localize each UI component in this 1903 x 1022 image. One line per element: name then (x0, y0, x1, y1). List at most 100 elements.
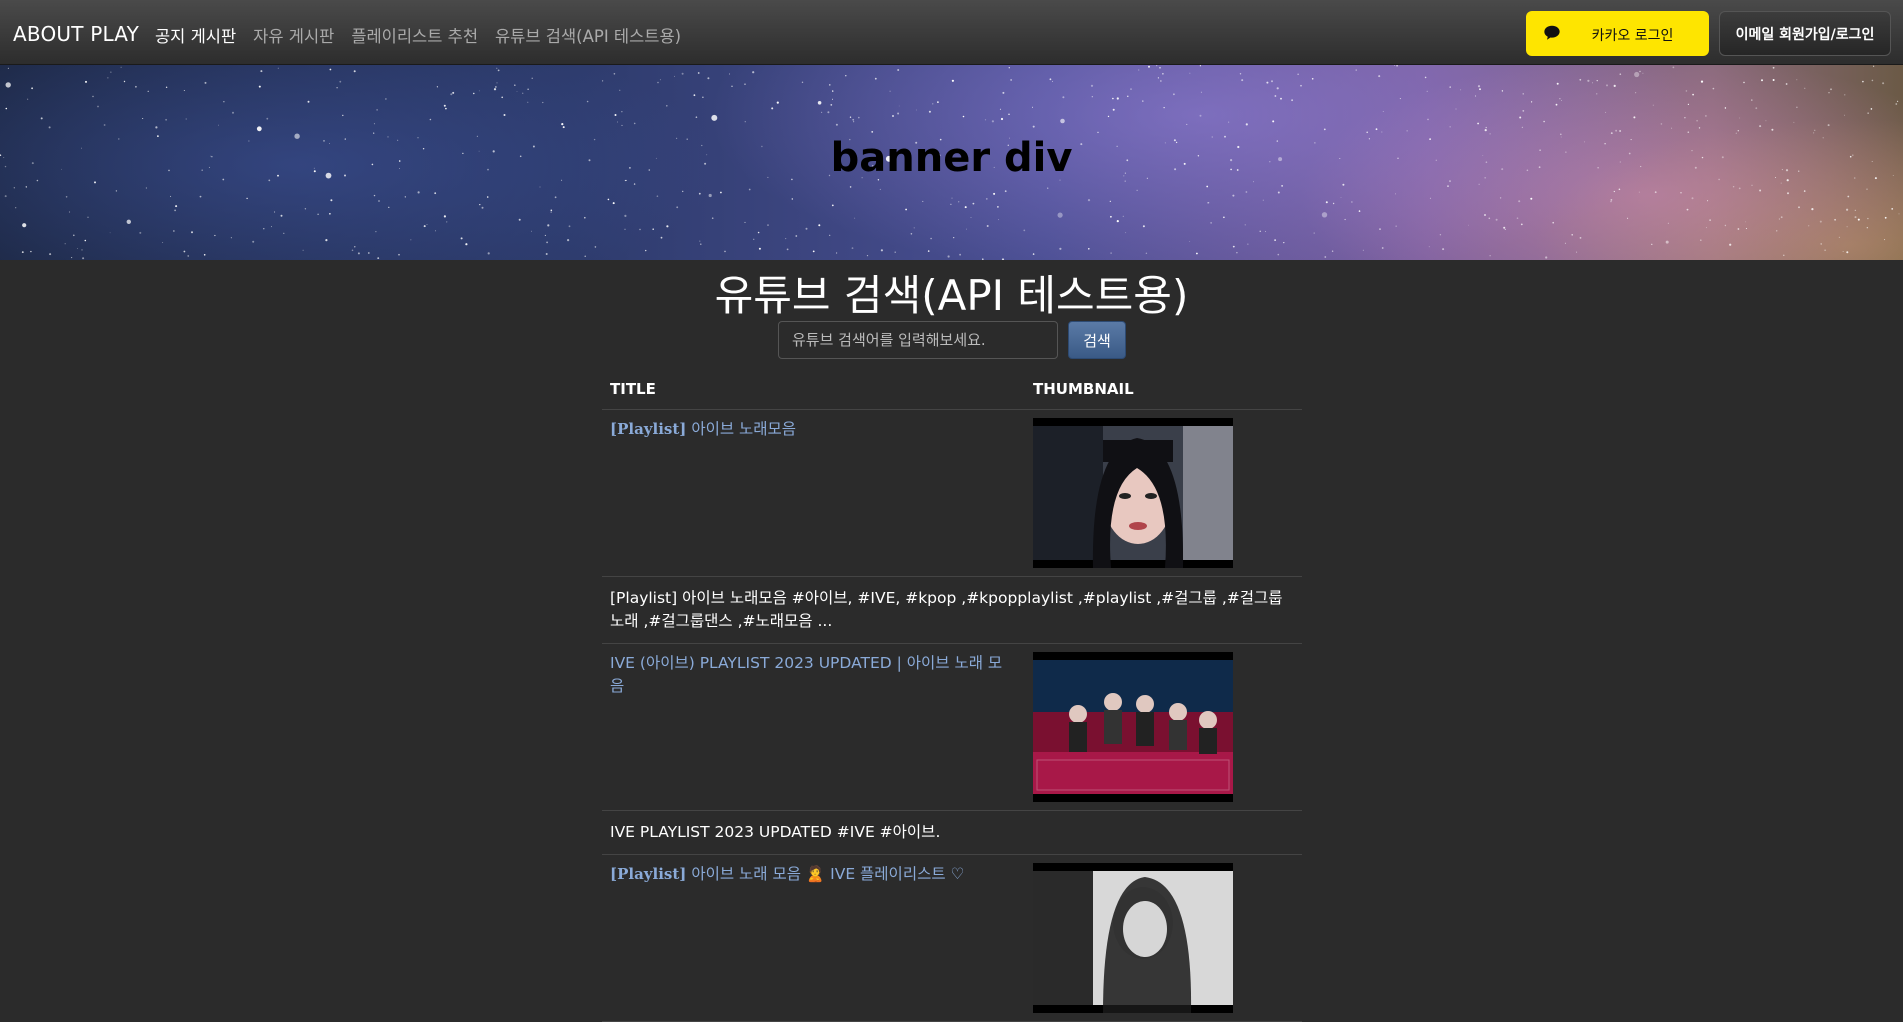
star (445, 107, 447, 110)
nav-link-notice-board[interactable]: 공지 게시판 (155, 23, 236, 47)
star (831, 204, 834, 207)
star (1378, 75, 1381, 78)
video-thumbnail[interactable] (1033, 652, 1233, 802)
star (1652, 104, 1654, 106)
star (1686, 208, 1689, 211)
group-thumbnail-icon (1033, 660, 1233, 794)
star (1475, 95, 1477, 97)
kakao-login-button[interactable]: 카카오 로그인 (1526, 11, 1709, 56)
search-input[interactable] (778, 321, 1058, 359)
star (531, 77, 533, 79)
star (959, 253, 961, 256)
star (246, 197, 248, 200)
email-login-button[interactable]: 이메일 회원가입/로그인 (1719, 11, 1891, 56)
star (1772, 66, 1775, 69)
star (1207, 202, 1209, 204)
star (1428, 246, 1430, 248)
star (894, 251, 896, 253)
star (624, 214, 627, 217)
star (1654, 191, 1657, 194)
star (1358, 210, 1361, 212)
star (174, 209, 177, 212)
star (486, 196, 489, 198)
star (1477, 85, 1481, 88)
star (1109, 200, 1111, 202)
star (932, 103, 934, 105)
star (1579, 237, 1582, 239)
star (139, 231, 142, 234)
search-button[interactable]: 검색 (1068, 321, 1126, 359)
star (460, 237, 463, 240)
star (1280, 97, 1282, 100)
star (729, 73, 730, 75)
star (1724, 107, 1727, 109)
nav-link-youtube-search[interactable]: 유튜브 검색(API 테스트용) (495, 23, 681, 47)
video-thumbnail[interactable] (1033, 418, 1233, 568)
table-row: IVE PLAYLIST 2023 UPDATED #IVE #아이브. (602, 811, 1302, 855)
star (1737, 228, 1740, 230)
star (1844, 94, 1846, 96)
star (1382, 111, 1384, 112)
star (1866, 188, 1868, 190)
star (199, 195, 202, 198)
star (621, 124, 623, 126)
star (984, 119, 987, 121)
star (1239, 73, 1242, 75)
table-row: IVE (아이브) PLAYLIST 2023 UPDATED | 아이브 노래… (602, 644, 1302, 811)
star (426, 224, 428, 225)
brand-logo[interactable]: ABOUT PLAY (13, 22, 139, 46)
star (1091, 96, 1093, 98)
star (423, 225, 426, 228)
star (329, 213, 331, 215)
star (821, 111, 823, 113)
star (385, 98, 387, 100)
star (1241, 79, 1244, 82)
star (1895, 103, 1898, 105)
star (539, 186, 541, 188)
star (203, 254, 206, 256)
video-title-link[interactable]: IVE (아이브) PLAYLIST 2023 UPDATED | 아이브 노래… (610, 652, 1010, 698)
star (1516, 217, 1519, 219)
nav-link-free-board[interactable]: 자유 게시판 (253, 23, 334, 47)
star (1596, 93, 1598, 95)
star (545, 253, 548, 255)
star (724, 250, 726, 253)
star (1700, 239, 1702, 241)
star (997, 206, 999, 208)
video-thumbnail[interactable] (1033, 863, 1233, 1013)
star (660, 236, 663, 239)
video-description: [Playlist] 아이브 노래모음 #아이브, #IVE, #kpop ,#… (610, 589, 1283, 630)
star (1556, 82, 1559, 85)
star (639, 228, 641, 231)
star (260, 70, 263, 73)
star (707, 77, 710, 80)
star (1485, 126, 1487, 129)
nav-link-playlist-recommend[interactable]: 플레이리스트 추천 (351, 23, 478, 47)
star (1759, 189, 1762, 192)
star (214, 234, 216, 237)
star (832, 98, 833, 100)
star (1199, 65, 1201, 67)
star (830, 104, 833, 106)
star (1008, 113, 1010, 115)
star (518, 218, 521, 221)
star (25, 186, 27, 188)
star (330, 199, 333, 202)
star (1232, 194, 1235, 197)
star (1596, 80, 1598, 82)
star (866, 255, 869, 257)
star (367, 252, 370, 254)
star (1395, 225, 1397, 227)
star (1499, 197, 1502, 199)
star (1186, 123, 1188, 125)
star (744, 221, 746, 223)
star (373, 132, 375, 134)
video-title-link[interactable]: [Playlist] 아이브 노래 모음 🙎 IVE 플레이리스트 ♡ (610, 863, 1010, 886)
star (1870, 108, 1873, 110)
star (342, 114, 344, 117)
star (252, 240, 255, 243)
video-title-link[interactable]: [Playlist] 아이브 노래모음 (610, 418, 1010, 441)
star (1813, 132, 1815, 134)
star (1262, 199, 1264, 201)
star (1504, 228, 1506, 230)
